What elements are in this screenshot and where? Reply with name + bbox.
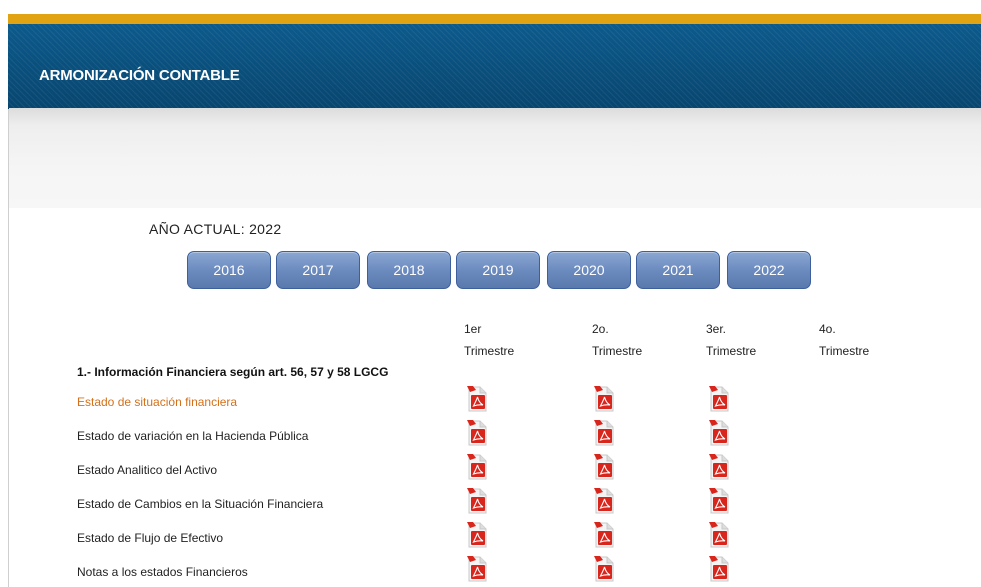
quarter-header-4: 4o. Trimestre: [819, 318, 869, 362]
report-row-label[interactable]: Estado de situación financiera: [77, 395, 237, 409]
pdf-file-icon[interactable]: [709, 420, 729, 446]
pdf-file-icon[interactable]: [594, 522, 614, 548]
quarter-header-line1: 1er: [464, 322, 482, 336]
quarter-header-line2: Trimestre: [592, 344, 643, 358]
accent-stripe: [8, 14, 981, 24]
pdf-file-icon[interactable]: [594, 454, 614, 480]
pdf-file-icon[interactable]: [467, 386, 487, 412]
quarter-header-line1: 2o.: [592, 322, 609, 336]
year-button-2019[interactable]: 2019: [456, 251, 540, 289]
report-row-label: Estado de Flujo de Efectivo: [77, 531, 224, 545]
pdf-file-icon[interactable]: [709, 454, 729, 480]
year-button-2021[interactable]: 2021: [636, 251, 720, 289]
pdf-file-icon[interactable]: [709, 522, 729, 548]
quarter-header-line1: 4o.: [819, 322, 836, 336]
quarter-header-line2: Trimestre: [464, 344, 515, 358]
pdf-file-icon[interactable]: [594, 556, 614, 582]
pdf-file-icon[interactable]: [594, 420, 614, 446]
year-button-2022[interactable]: 2022: [727, 251, 811, 289]
year-button-2018[interactable]: 2018: [367, 251, 451, 289]
header-shadow-band: [9, 108, 981, 208]
year-button-2017[interactable]: 2017: [276, 251, 360, 289]
pdf-file-icon[interactable]: [467, 454, 487, 480]
year-button-2016[interactable]: 2016: [187, 251, 271, 289]
page: ARMONIZACIÓN CONTABLE AÑO ACTUAL: 2022 2…: [0, 0, 981, 587]
quarter-header-3: 3er. Trimestre: [706, 318, 756, 362]
pdf-file-icon[interactable]: [709, 386, 729, 412]
pdf-file-icon[interactable]: [467, 522, 487, 548]
pdf-file-icon[interactable]: [594, 386, 614, 412]
report-row-label: Estado de Cambios en la Situación Financ…: [77, 497, 324, 511]
pdf-file-icon[interactable]: [709, 488, 729, 514]
current-year-label: AÑO ACTUAL: 2022: [149, 221, 282, 237]
section-title: 1.- Información Financiera según art. 56…: [77, 365, 389, 379]
pdf-file-icon[interactable]: [594, 488, 614, 514]
pdf-file-icon[interactable]: [467, 488, 487, 514]
quarter-header-2: 2o. Trimestre: [592, 318, 642, 362]
report-row-label: Estado de variación en la Hacienda Públi…: [77, 429, 309, 443]
header-banner: ARMONIZACIÓN CONTABLE: [8, 24, 981, 109]
year-button-2020[interactable]: 2020: [547, 251, 631, 289]
report-row-label: Estado Analitico del Activo: [77, 463, 218, 477]
report-row-label: Notas a los estados Financieros: [77, 565, 248, 579]
pdf-file-icon[interactable]: [467, 556, 487, 582]
quarter-header-line2: Trimestre: [819, 344, 870, 358]
page-title: ARMONIZACIÓN CONTABLE: [39, 67, 240, 84]
quarter-header-1: 1er Trimestre: [464, 318, 514, 362]
quarter-header-line2: Trimestre: [706, 344, 757, 358]
pdf-file-icon[interactable]: [467, 420, 487, 446]
quarter-header-line1: 3er.: [706, 322, 727, 336]
pdf-file-icon[interactable]: [709, 556, 729, 582]
